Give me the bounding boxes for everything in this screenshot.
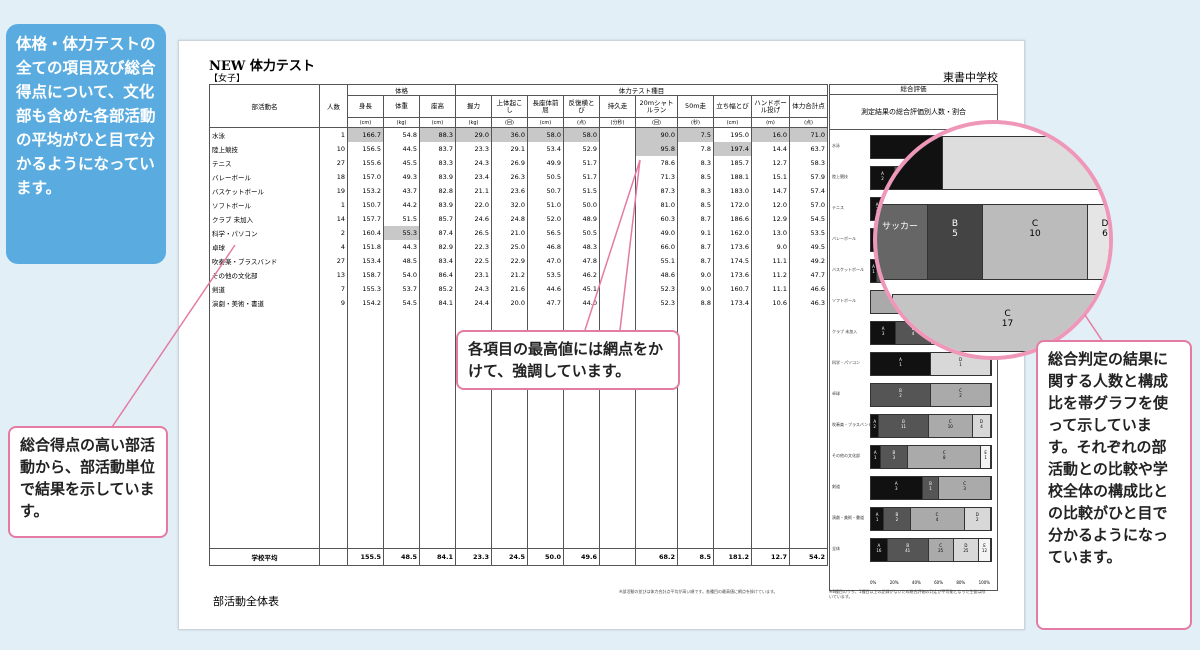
- callout-right: 総合判定の結果に関する人数と構成比を帯グラフを使って示しています。それぞれの部活…: [1036, 340, 1192, 630]
- callout-left: 総合得点の高い部活動から、部活動単位で結果を示しています。: [8, 426, 168, 538]
- callout-mid: 各項目の最高値には網点をかけて、強調しています。: [456, 330, 680, 390]
- callout-pointers: [109, 159, 1106, 431]
